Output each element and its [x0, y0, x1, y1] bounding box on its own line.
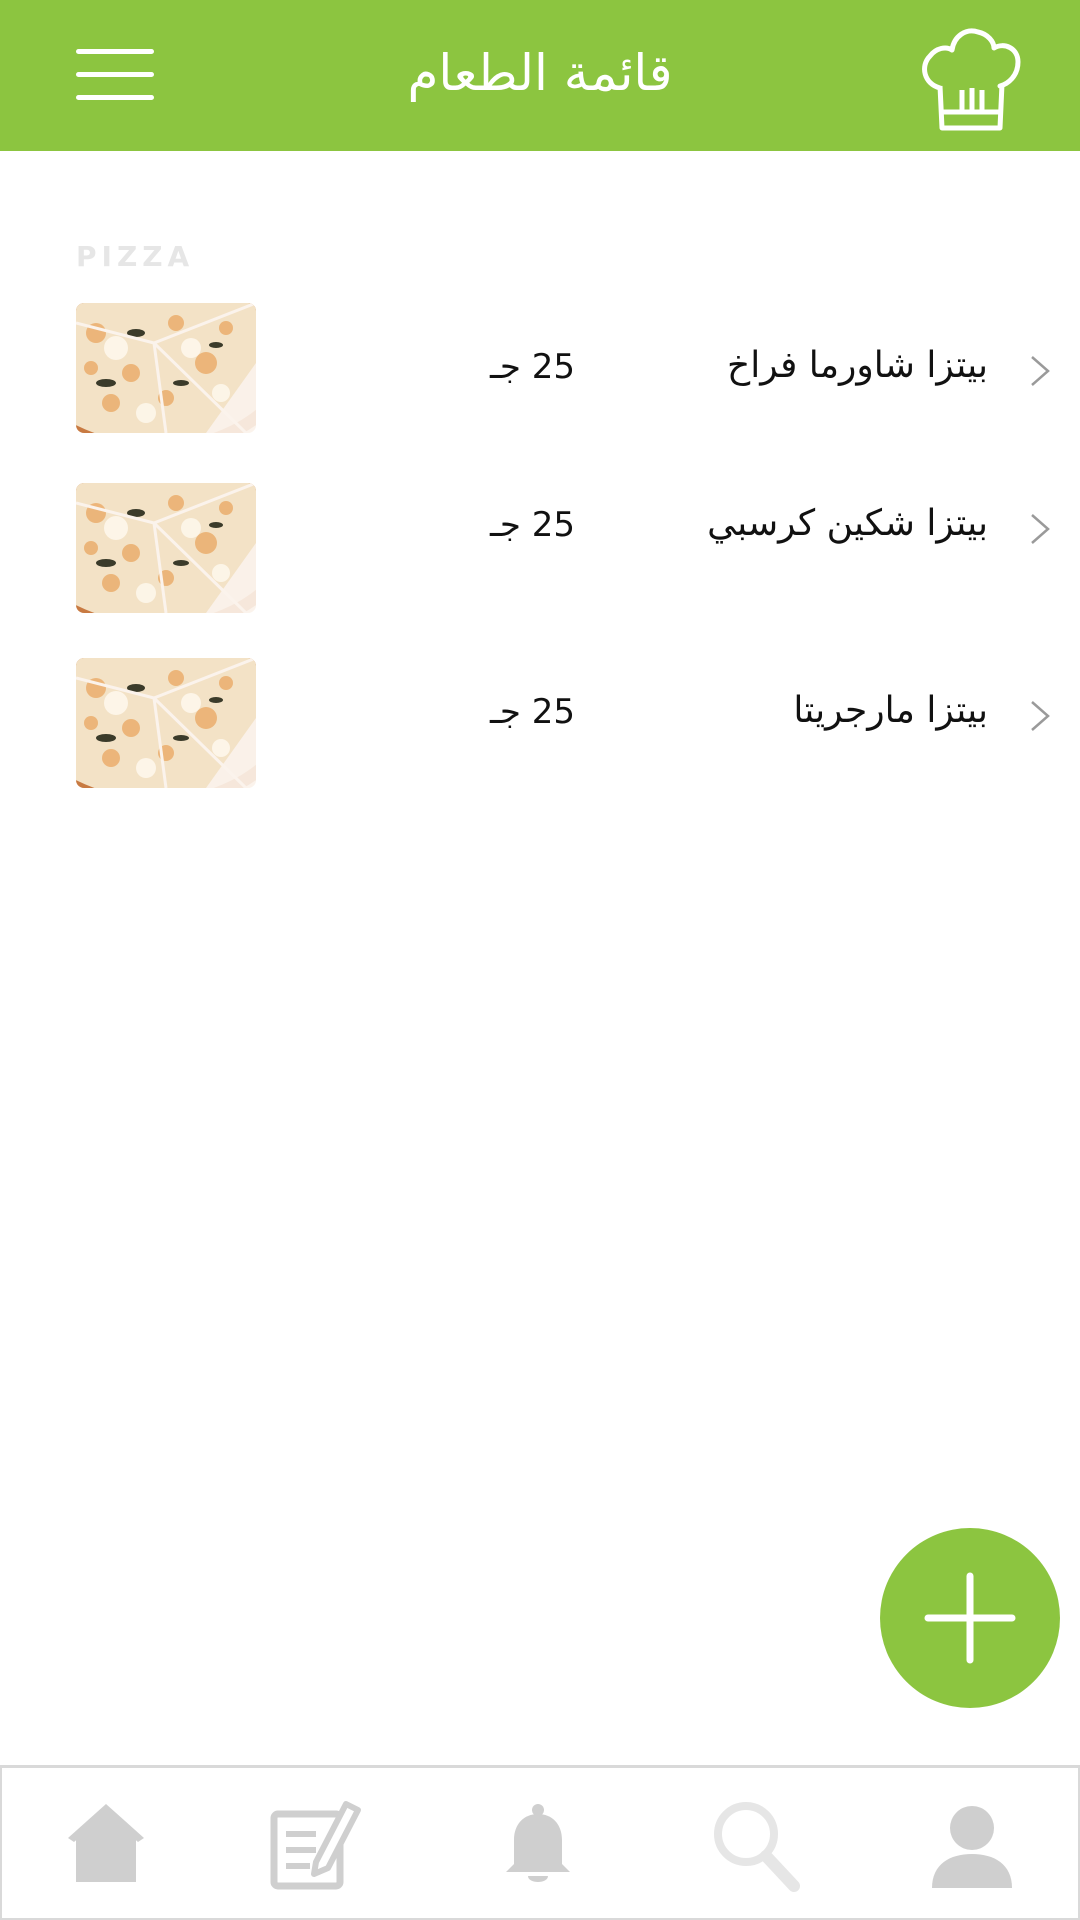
add-item-button[interactable] — [880, 1528, 1060, 1708]
hamburger-menu-icon[interactable] — [72, 44, 158, 106]
chevron-right-icon — [1028, 511, 1052, 547]
pizza-thumbnail — [76, 483, 256, 613]
menu-item[interactable]: 25 جـ بيتزا شاورما فراخ — [0, 303, 1080, 435]
chevron-right-icon — [1028, 353, 1052, 389]
edit-note-icon[interactable] — [264, 1796, 364, 1896]
app-header: قائمة الطعام — [0, 0, 1080, 151]
search-icon[interactable] — [706, 1796, 806, 1896]
menu-item[interactable]: 25 جـ بيتزا مارجريتا — [0, 658, 1080, 790]
chevron-right-icon — [1028, 698, 1052, 734]
home-icon[interactable] — [56, 1796, 156, 1896]
section-label: PIZZA — [76, 240, 195, 273]
item-name: بيتزا شكين كرسبي — [707, 503, 988, 544]
item-name: بيتزا شاورما فراخ — [727, 345, 988, 386]
menu-item[interactable]: 25 جـ بيتزا شكين كرسبي — [0, 483, 1080, 615]
item-name: بيتزا مارجريتا — [793, 690, 988, 731]
bottom-navigation — [0, 1765, 1080, 1920]
user-icon[interactable] — [922, 1796, 1022, 1896]
pizza-thumbnail — [76, 303, 256, 433]
plus-icon — [924, 1572, 1016, 1664]
pizza-thumbnail — [76, 658, 256, 788]
page-title: قائمة الطعام — [407, 44, 673, 102]
menu-screen: قائمة الطعام PIZZA 25 جـ بيتزا شاورما فر… — [0, 0, 1080, 1920]
bell-icon[interactable] — [488, 1796, 588, 1896]
chef-hat-icon[interactable] — [918, 18, 1022, 132]
